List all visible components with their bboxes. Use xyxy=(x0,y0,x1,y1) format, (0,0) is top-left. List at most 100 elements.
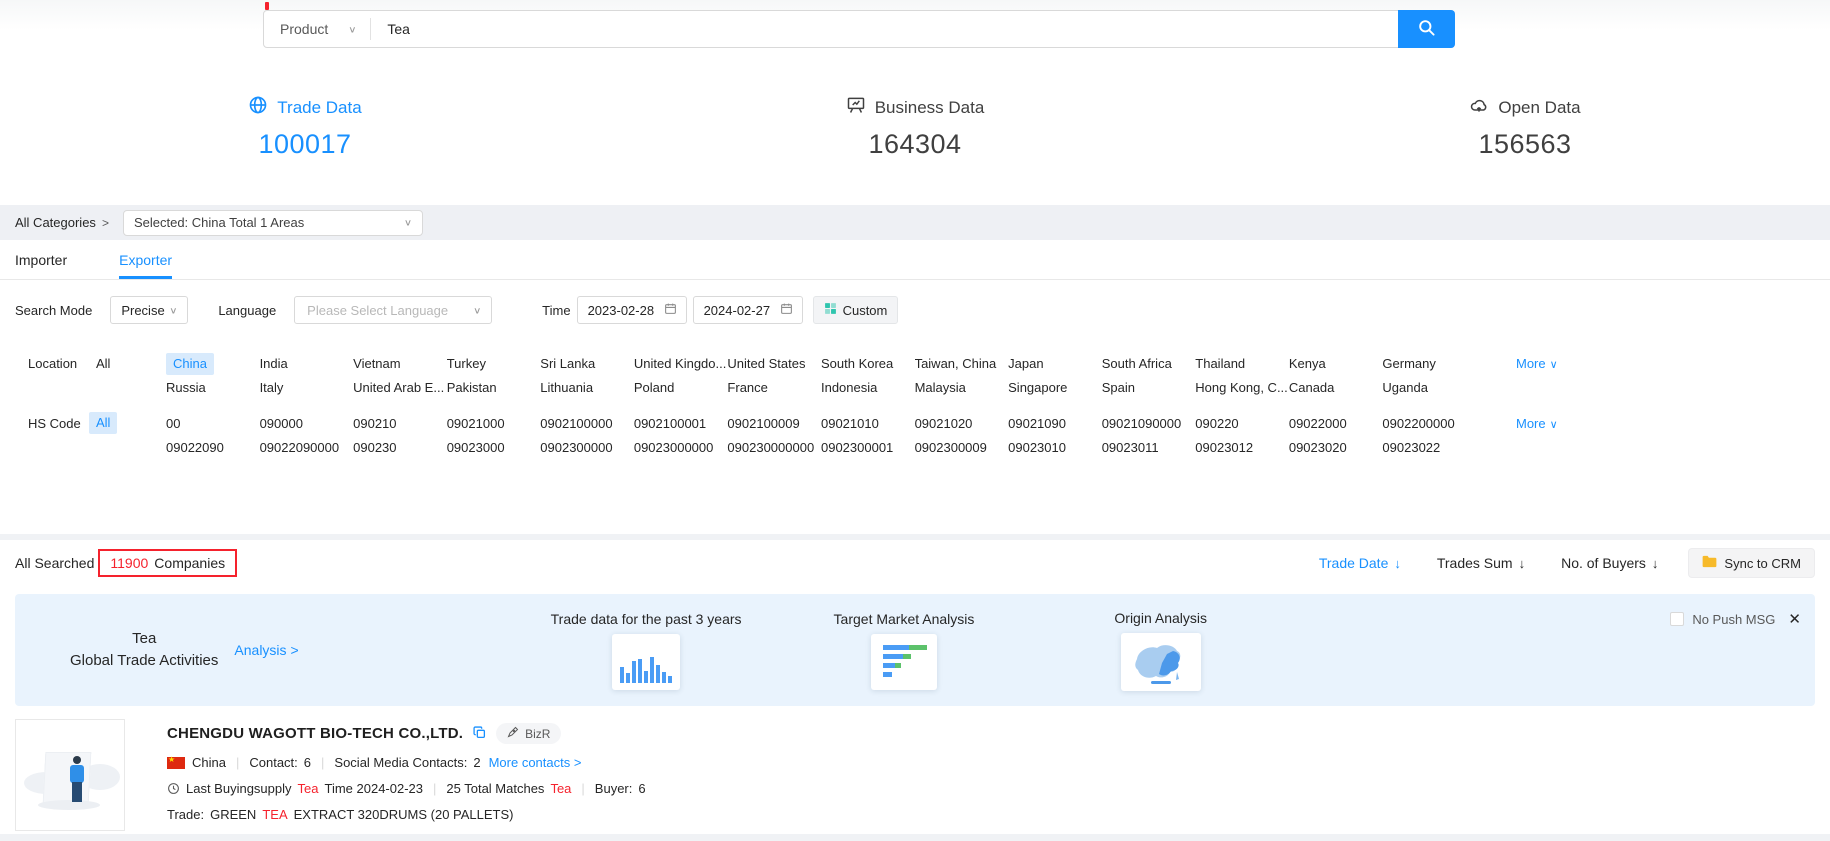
filter-option[interactable]: 09022090000 xyxy=(260,438,354,458)
date-from-input[interactable] xyxy=(586,302,664,319)
search-mode-label: Search Mode xyxy=(15,303,92,318)
copy-icon[interactable] xyxy=(473,726,486,742)
filter-option[interactable]: 090230000000 xyxy=(727,438,821,458)
filter-option[interactable]: Indonesia xyxy=(821,378,915,398)
banner-card-origin[interactable]: Origin Analysis xyxy=(1114,610,1207,691)
language-input[interactable] xyxy=(305,302,455,319)
filter-option[interactable]: 00 xyxy=(166,414,260,434)
search-input[interactable] xyxy=(371,21,1398,37)
analysis-link[interactable]: Analysis > xyxy=(234,642,298,658)
bizr-badge[interactable]: BizR xyxy=(496,723,561,744)
filter-option[interactable]: 09021090000 xyxy=(1102,414,1196,434)
filter-option[interactable]: 0902200000 xyxy=(1382,414,1476,434)
sync-to-crm-button[interactable]: Sync to CRM xyxy=(1688,548,1815,578)
filter-option[interactable]: United Kingdo... xyxy=(634,354,728,374)
filter-option[interactable]: South Korea xyxy=(821,354,915,374)
close-icon[interactable]: ✕ xyxy=(1788,610,1801,628)
filter-option[interactable]: Russia xyxy=(166,378,260,398)
date-to-field[interactable] xyxy=(693,296,803,324)
clock-icon xyxy=(167,782,180,795)
hs-code-row-1: 0009000009021009021000090210000009021000… xyxy=(166,412,1476,436)
company-name[interactable]: CHENGDU WAGOTT BIO-TECH CO.,LTD. xyxy=(167,725,463,742)
sort-trade-date[interactable]: Trade Date ↓ xyxy=(1319,555,1401,571)
filter-option[interactable]: 090210 xyxy=(353,414,447,434)
filter-option[interactable]: Vietnam xyxy=(353,354,447,374)
filter-option[interactable]: 09023000000 xyxy=(634,438,728,458)
sort-trades-sum[interactable]: Trades Sum ↓ xyxy=(1437,555,1525,571)
filter-option[interactable]: 0902100009 xyxy=(727,414,821,434)
filter-option[interactable]: 090230 xyxy=(353,438,447,458)
filter-option[interactable]: Spain xyxy=(1102,378,1196,398)
filter-option[interactable]: Sri Lanka xyxy=(540,354,634,374)
all-categories-link[interactable]: All Categories > xyxy=(15,215,109,230)
filter-option[interactable]: 0902300001 xyxy=(821,438,915,458)
filter-option[interactable]: Hong Kong, C... xyxy=(1195,378,1289,398)
filter-option[interactable]: France xyxy=(727,378,821,398)
filter-option[interactable]: 09023022 xyxy=(1382,438,1476,458)
filter-option[interactable]: 09023011 xyxy=(1102,438,1196,458)
filter-option[interactable]: 0902300009 xyxy=(915,438,1009,458)
sort-no-of-buyers[interactable]: No. of Buyers ↓ xyxy=(1561,555,1658,571)
filter-option[interactable]: Japan xyxy=(1008,354,1102,374)
filter-option[interactable]: Taiwan, China xyxy=(915,354,1009,374)
filter-option[interactable]: 09022000 xyxy=(1289,414,1383,434)
filter-option[interactable]: Germany xyxy=(1382,354,1476,374)
filter-option[interactable]: 09023010 xyxy=(1008,438,1102,458)
filter-option[interactable]: Pakistan xyxy=(447,378,541,398)
more-contacts-link[interactable]: More contacts > xyxy=(489,755,582,770)
search-button[interactable] xyxy=(1398,10,1455,48)
sort-label: Trades Sum xyxy=(1437,555,1513,571)
chevron-right-icon: > xyxy=(102,216,109,230)
custom-time-button[interactable]: Custom xyxy=(813,296,899,324)
filter-option[interactable]: Kenya xyxy=(1289,354,1383,374)
filter-option[interactable]: Lithuania xyxy=(540,378,634,398)
filter-option[interactable]: 09022090 xyxy=(166,438,260,458)
date-to-input[interactable] xyxy=(702,302,780,319)
location-more-link[interactable]: More∨ xyxy=(1516,352,1558,400)
tab-importer[interactable]: Importer xyxy=(15,240,67,279)
filter-option[interactable]: Uganda xyxy=(1382,378,1476,398)
filter-option[interactable]: Canada xyxy=(1289,378,1383,398)
search-mode-select[interactable]: Precise ∨ xyxy=(110,296,188,324)
filter-option[interactable]: Turkey xyxy=(447,354,541,374)
filter-option[interactable]: Poland xyxy=(634,378,728,398)
filter-option[interactable]: 0902100000 xyxy=(540,414,634,434)
language-select[interactable]: ∨ xyxy=(294,296,492,324)
filter-option[interactable]: Singapore xyxy=(1008,378,1102,398)
stat-open-data[interactable]: Open Data 156563 xyxy=(1220,95,1830,160)
filter-option[interactable]: 09021010 xyxy=(821,414,915,434)
filter-option[interactable]: United Arab E... xyxy=(353,378,447,398)
filter-option[interactable]: Italy xyxy=(260,378,354,398)
filter-option[interactable]: 09021000 xyxy=(447,414,541,434)
hs-code-option-all[interactable]: All xyxy=(89,412,117,434)
filter-option[interactable]: 09023012 xyxy=(1195,438,1289,458)
filter-option[interactable]: 09021090 xyxy=(1008,414,1102,434)
date-from-field[interactable] xyxy=(577,296,687,324)
location-option-all[interactable]: All xyxy=(96,356,116,371)
filter-option[interactable]: United States xyxy=(727,354,821,374)
stat-business-data[interactable]: Business Data 164304 xyxy=(610,95,1220,160)
stat-trade-data[interactable]: Trade Data 100017 xyxy=(0,95,610,160)
tab-exporter[interactable]: Exporter xyxy=(119,240,172,279)
filter-option[interactable]: 09023020 xyxy=(1289,438,1383,458)
no-push-label: No Push MSG xyxy=(1692,612,1775,627)
no-push-checkbox[interactable] xyxy=(1670,612,1684,626)
filter-option[interactable]: 09023000 xyxy=(447,438,541,458)
filter-option[interactable]: South Africa xyxy=(1102,354,1196,374)
filter-option[interactable]: Thailand xyxy=(1195,354,1289,374)
selected-areas-dropdown[interactable]: Selected: China Total 1 Areas ∨ xyxy=(123,210,423,236)
filter-option[interactable]: 09021020 xyxy=(915,414,1009,434)
filter-option[interactable]: India xyxy=(260,354,354,374)
filter-option[interactable]: 090220 xyxy=(1195,414,1289,434)
filter-option[interactable]: China xyxy=(166,353,214,375)
search-bar: Product ∨ xyxy=(263,10,1455,48)
banner-card-trade-data[interactable]: Trade data for the past 3 years xyxy=(551,611,742,690)
filter-option[interactable]: 0902300000 xyxy=(540,438,634,458)
filter-option[interactable]: 0902100001 xyxy=(634,414,728,434)
search-category-select[interactable]: Product ∨ xyxy=(264,11,370,47)
hs-code-more-link[interactable]: More∨ xyxy=(1516,412,1558,460)
filter-option[interactable]: 090000 xyxy=(260,414,354,434)
filter-option[interactable]: Malaysia xyxy=(915,378,1009,398)
banner-card-target-market[interactable]: Target Market Analysis xyxy=(834,611,975,690)
company-thumbnail[interactable] xyxy=(15,719,125,831)
